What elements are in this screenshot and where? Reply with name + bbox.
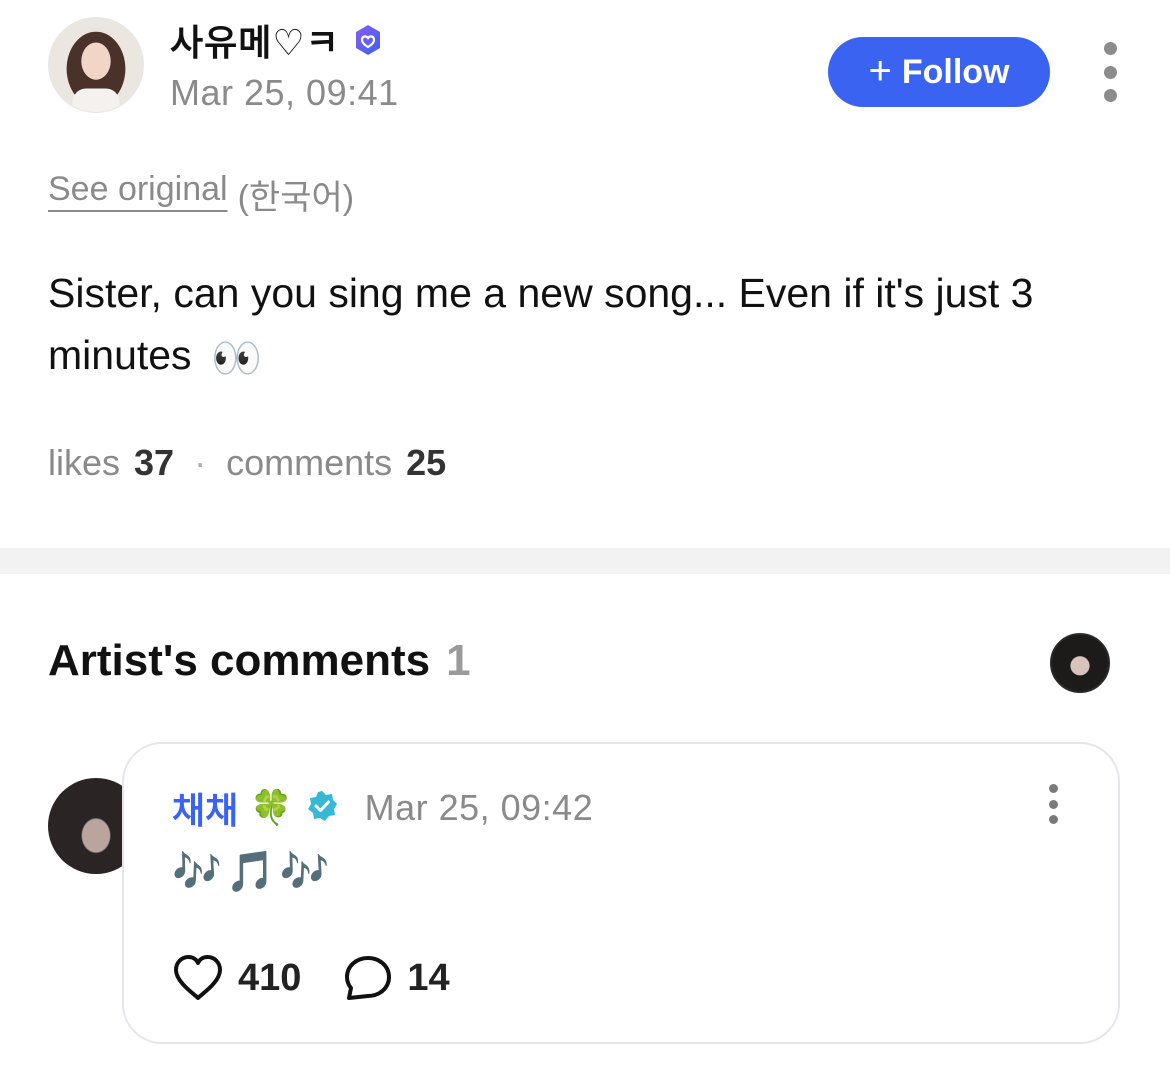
- see-original-link[interactable]: See original: [48, 170, 228, 219]
- artist-comments-title: Artist's comments: [48, 636, 431, 685]
- comment-header: 채채 🍀 Mar 25, 09:42: [172, 782, 593, 834]
- reply-count: 14: [407, 956, 450, 999]
- author-name[interactable]: 사유메♡ㅋ: [170, 14, 340, 66]
- follow-button[interactable]: + Follow: [828, 37, 1050, 107]
- comment-actions: 410 14: [172, 954, 450, 1002]
- comment-more-icon[interactable]: [1046, 784, 1060, 824]
- author-avatar[interactable]: [48, 17, 144, 113]
- artist-comments-count: 1: [446, 636, 471, 685]
- post-body-text: Sister, can you sing me a new song... Ev…: [48, 270, 1034, 378]
- verified-check-icon: [305, 789, 339, 828]
- post-detail-page: 사유메♡ㅋ Mar 25, 09:41 + Follow See origina…: [0, 0, 1170, 1069]
- translation-row: See original (한국어): [48, 170, 354, 219]
- eyes-emoji: 👀: [210, 335, 263, 382]
- comment-timestamp: Mar 25, 09:42: [364, 787, 594, 828]
- section-divider: [0, 548, 1170, 574]
- post-timestamp: Mar 25, 09:41: [170, 72, 399, 113]
- like-count: 410: [238, 956, 302, 999]
- post-stats: likes 37 · comments 25: [48, 442, 446, 484]
- reply-button[interactable]: 14: [343, 954, 450, 1002]
- stats-separator: ·: [194, 442, 207, 483]
- more-vertical-icon[interactable]: [1092, 42, 1128, 102]
- post-header: 사유메♡ㅋ Mar 25, 09:41 + Follow: [0, 0, 1170, 130]
- speech-bubble-icon: [345, 956, 392, 1000]
- post-body: Sister, can you sing me a new song... Ev…: [48, 262, 1128, 389]
- original-language-label: (한국어): [237, 179, 355, 217]
- plus-icon: +: [868, 48, 892, 93]
- author-name-row: 사유메♡ㅋ: [170, 16, 386, 64]
- comments-count[interactable]: 25: [406, 442, 446, 484]
- artist-avatar-small[interactable]: [1050, 633, 1110, 693]
- likes-count[interactable]: 37: [134, 442, 174, 484]
- comments-label: comments: [226, 442, 393, 483]
- comment-author-name[interactable]: 채채: [172, 782, 238, 834]
- heart-outline-icon: [174, 955, 222, 1000]
- artist-comment-card: 채채 🍀 Mar 25, 09:42 🎶🎵🎶 410 14: [122, 742, 1120, 1044]
- comment-text: 🎶🎵🎶: [172, 850, 334, 894]
- author-avatar-image: [49, 18, 143, 112]
- artist-comments-header: Artist's comments 1: [48, 636, 471, 686]
- follow-button-label: Follow: [901, 52, 1010, 91]
- verified-badge-icon: [350, 22, 386, 58]
- like-button[interactable]: 410: [172, 954, 301, 1002]
- clover-emoji: 🍀: [250, 789, 293, 827]
- likes-label: likes: [48, 442, 121, 483]
